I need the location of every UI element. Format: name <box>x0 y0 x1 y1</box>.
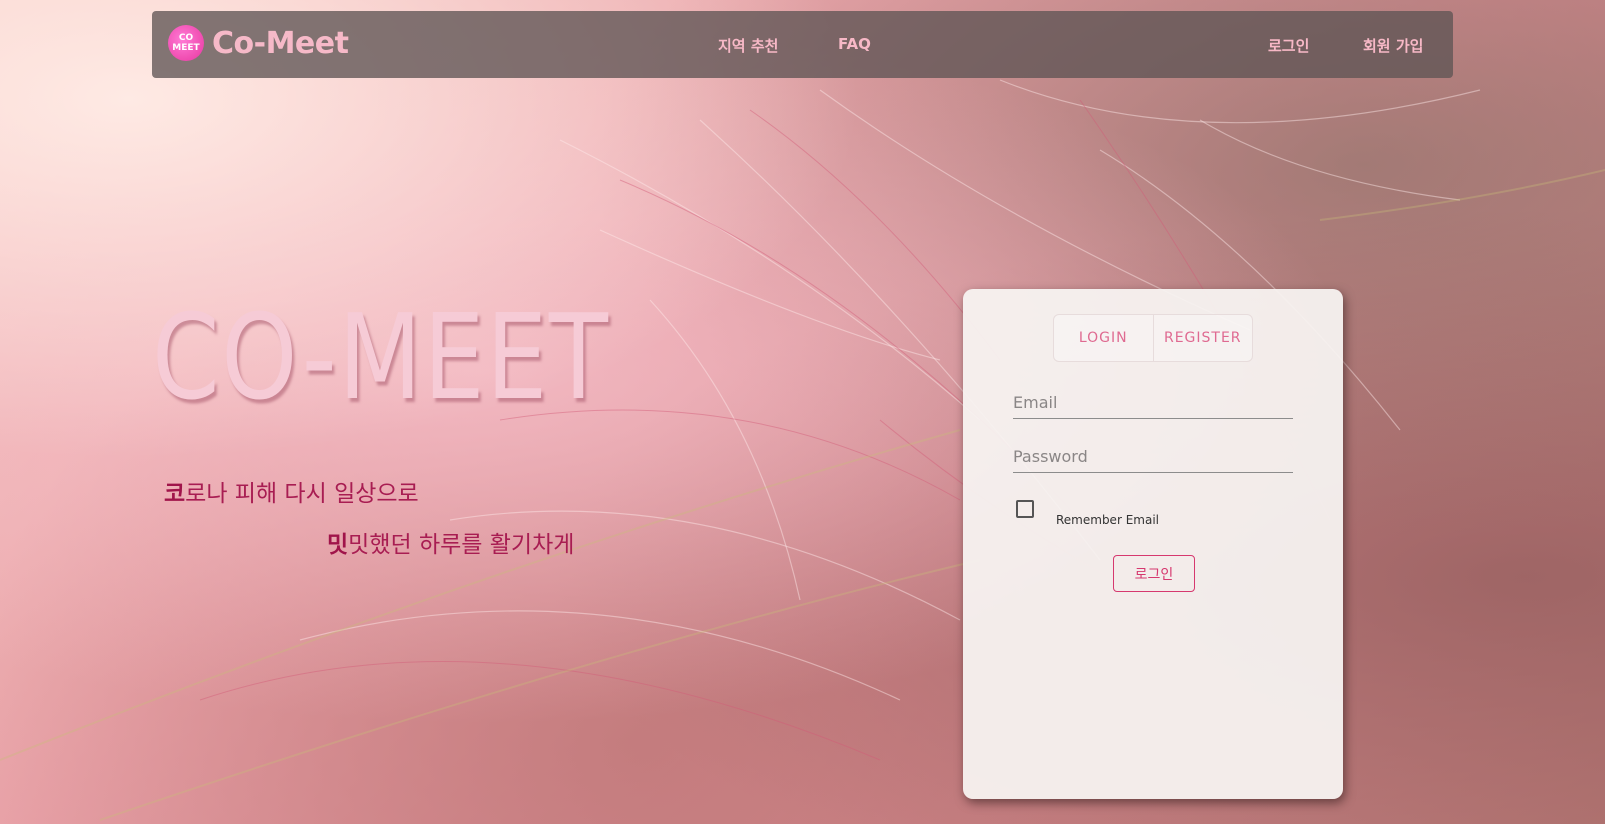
brand-logo-top: CO <box>178 33 194 43</box>
password-field[interactable] <box>1013 441 1293 473</box>
remember-email-label: Remember Email <box>1056 513 1159 527</box>
nav-link-login[interactable]: 로그인 <box>1268 35 1309 56</box>
brand-logo-icon: CO MEET <box>168 25 204 61</box>
auth-tabs: LOGIN REGISTER <box>1053 314 1253 362</box>
login-submit-button[interactable]: 로그인 <box>1113 555 1195 592</box>
brand-name: Co-Meet <box>212 25 349 61</box>
brand[interactable]: CO MEET Co-Meet <box>168 25 349 61</box>
tagline-line-1-bold: 코 <box>164 481 186 507</box>
login-card: LOGIN REGISTER Remember Email 로그인 <box>963 289 1343 799</box>
tagline-line-1: 코로나 피해 다시 일상으로 <box>164 474 419 508</box>
nav-link-signup[interactable]: 회원 가입 <box>1363 35 1423 56</box>
brand-logo-bottom: MEET <box>172 43 200 53</box>
tab-register[interactable]: REGISTER <box>1152 315 1253 361</box>
nav-link-faq[interactable]: FAQ <box>838 35 871 53</box>
remember-email-checkbox[interactable] <box>1016 500 1034 518</box>
tagline-line-2-bold: 밋 <box>327 532 349 558</box>
nav-link-region-recommend[interactable]: 지역 추천 <box>718 35 778 56</box>
tagline-line-2-rest: 밋했던 하루를 활기차게 <box>348 532 575 558</box>
tagline-line-2: 밋밋했던 하루를 활기차게 <box>327 525 574 559</box>
hero-title: CO-MEET <box>152 288 610 426</box>
top-navbar: CO MEET Co-Meet 지역 추천 FAQ 로그인 회원 가입 <box>152 11 1453 78</box>
email-field[interactable] <box>1013 387 1293 419</box>
tagline-line-1-rest: 로나 피해 다시 일상으로 <box>185 481 419 507</box>
tab-login[interactable]: LOGIN <box>1054 315 1153 361</box>
